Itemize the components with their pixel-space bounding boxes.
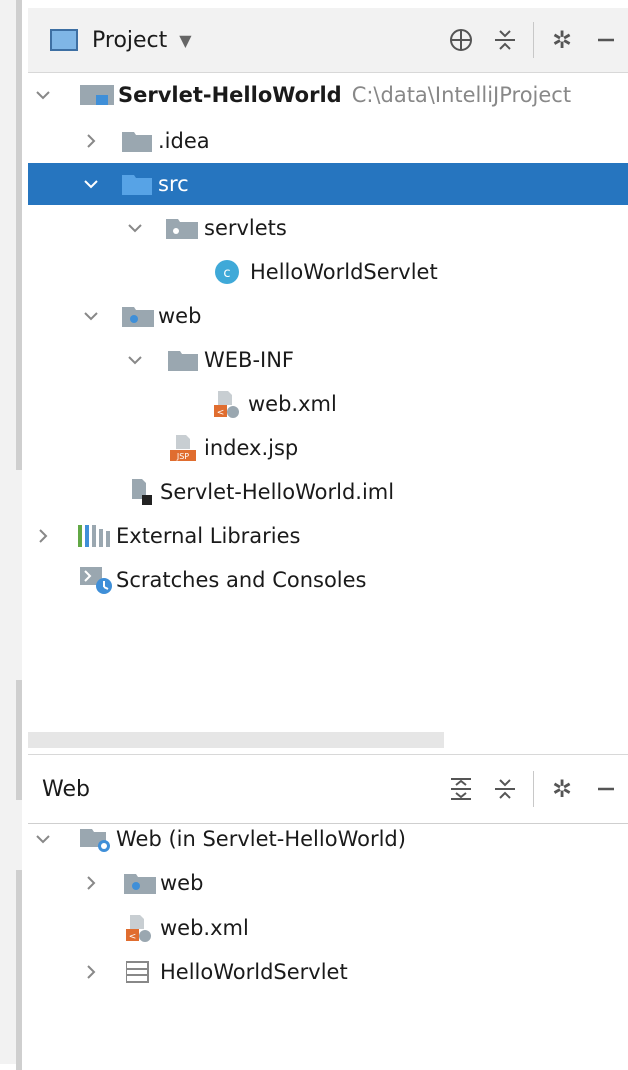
library-icon: [78, 525, 114, 547]
expand-all-icon[interactable]: [439, 767, 483, 811]
gear-icon[interactable]: ✲: [540, 18, 584, 62]
folder-icon: [122, 130, 152, 152]
tree-item-index-jsp[interactable]: JSP index.jsp: [28, 427, 628, 469]
locate-icon[interactable]: [439, 18, 483, 62]
folder-icon: [168, 349, 198, 371]
tree-item-servlet[interactable]: HelloWorldServlet: [28, 951, 628, 993]
toolbar-separator: [533, 22, 534, 58]
web-folder-icon: [124, 872, 156, 894]
xml-file-icon: <: [212, 389, 242, 419]
root-path: C:\data\IntelliJProject: [351, 83, 572, 107]
source-folder-icon: [122, 173, 152, 195]
chevron-right-icon[interactable]: [80, 961, 102, 983]
horizontal-scrollbar[interactable]: [28, 732, 444, 748]
chevron-right-icon[interactable]: [32, 525, 54, 547]
chevron-down-icon: ▼: [179, 30, 192, 50]
servlet-icon: [126, 961, 150, 983]
project-toolbar: Project ▼ ✲: [28, 8, 628, 73]
tree-item-external-libraries[interactable]: External Libraries: [28, 515, 628, 557]
scroll-segment: [16, 870, 22, 1070]
chevron-down-icon[interactable]: [32, 84, 54, 106]
tree-item-label: web.xml: [248, 392, 337, 416]
tree-item-label: .idea: [158, 129, 210, 153]
tree-item-label: WEB-INF: [204, 348, 294, 372]
chevron-right-icon[interactable]: [80, 872, 102, 894]
collapse-all-icon[interactable]: [483, 18, 527, 62]
tree-item-web-inf[interactable]: WEB-INF: [28, 339, 628, 381]
tree-item-web-xml[interactable]: < web.xml: [28, 907, 628, 949]
chevron-down-icon[interactable]: [124, 349, 146, 371]
minimize-icon[interactable]: [584, 767, 628, 811]
left-edge-strip: [0, 0, 22, 1070]
tree-item-web-folder[interactable]: web: [28, 862, 628, 904]
tree-item-web-root[interactable]: Web (in Servlet-HelloWorld): [28, 818, 628, 860]
web-panel-title: Web: [42, 777, 90, 802]
tree-item-root[interactable]: Servlet-HelloWorld C:\data\IntelliJProjec…: [28, 74, 628, 116]
project-tree: Servlet-HelloWorld C:\data\IntelliJProjec…: [28, 74, 628, 724]
gear-icon[interactable]: ✲: [540, 767, 584, 811]
tree-item-idea[interactable]: .idea: [28, 120, 628, 162]
tree-item-label: Web (in Servlet-HelloWorld): [116, 827, 406, 851]
tree-item-label: src: [158, 172, 189, 196]
chevron-right-icon[interactable]: [80, 130, 102, 152]
scroll-segment: [16, 0, 22, 470]
chevron-down-icon[interactable]: [124, 217, 146, 239]
web-facet-icon: [80, 825, 114, 853]
root-name: Servlet-HelloWorld: [118, 83, 342, 107]
web-title: Web: [42, 776, 90, 802]
svg-text:c: c: [223, 266, 230, 281]
project-toolbar-actions: ✲: [439, 18, 628, 62]
web-toolbar-actions: ✲: [439, 767, 628, 811]
svg-text:<: <: [217, 408, 225, 418]
xml-file-icon: <: [124, 913, 154, 943]
tree-item-label: web: [158, 304, 202, 328]
tree-item-label: Servlet-HelloWorld.iml: [160, 480, 395, 504]
project-window-icon: [50, 29, 78, 51]
tree-item-label: index.jsp: [204, 436, 299, 460]
tree-item-web[interactable]: web: [28, 295, 628, 337]
package-icon: [166, 217, 198, 239]
tree-item-web-xml[interactable]: < web.xml: [28, 383, 628, 425]
chevron-down-icon[interactable]: [80, 173, 102, 195]
tree-item-label: web.xml: [160, 916, 249, 940]
tree-item-src[interactable]: src: [28, 163, 628, 205]
iml-file-icon: [124, 477, 154, 507]
svg-text:<: <: [129, 932, 137, 942]
scroll-segment: [16, 680, 22, 800]
tree-item-label: External Libraries: [116, 524, 301, 548]
minimize-icon[interactable]: [584, 18, 628, 62]
module-icon: [80, 83, 114, 107]
web-tree: Web (in Servlet-HelloWorld) web < web.xm…: [28, 818, 628, 1058]
project-view-selector[interactable]: Project ▼: [50, 28, 192, 53]
tree-item-label: web: [160, 871, 204, 895]
tree-item-scratches[interactable]: Scratches and Consoles: [28, 559, 628, 601]
scratches-icon: [80, 565, 114, 595]
chevron-down-icon[interactable]: [80, 305, 102, 327]
tree-item-label: Scratches and Consoles: [116, 568, 367, 592]
class-icon: c: [214, 259, 240, 285]
project-title: Project: [92, 27, 168, 53]
tree-item-label: HelloWorldServlet: [250, 260, 438, 284]
collapse-all-icon[interactable]: [483, 767, 527, 811]
tree-item-label: HelloWorldServlet: [160, 960, 348, 984]
web-folder-icon: [122, 305, 154, 327]
toolbar-separator: [533, 771, 534, 807]
tree-item-iml[interactable]: Servlet-HelloWorld.iml: [28, 471, 628, 513]
tree-item-label: servlets: [204, 216, 287, 240]
chevron-down-icon[interactable]: [32, 828, 54, 850]
svg-text:JSP: JSP: [176, 452, 189, 461]
tree-item-hello-world-servlet[interactable]: c HelloWorldServlet: [28, 251, 628, 293]
tree-item-servlets[interactable]: servlets: [28, 207, 628, 249]
web-toolbar: Web ✲: [28, 754, 628, 824]
jsp-file-icon: JSP: [168, 433, 198, 463]
